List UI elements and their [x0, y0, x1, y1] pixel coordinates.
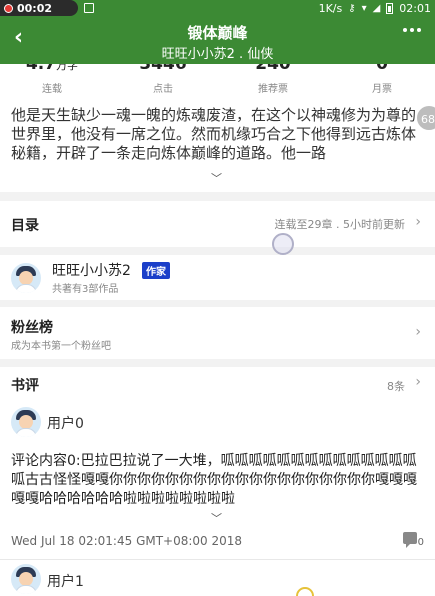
expand-chevron-icon[interactable]: ﹀: [211, 510, 222, 526]
record-time: 00:02: [17, 1, 53, 15]
book-title: 锻体巅峰: [187, 24, 248, 42]
chevron-right-icon: ›: [415, 214, 421, 230]
status-bar: 00:02 1K/s ⚷ ▾ ◢ 02:01: [0, 0, 435, 16]
notification-icon: [84, 3, 94, 13]
toc-title: 目录: [11, 218, 39, 234]
review-user-name: 用户0: [47, 416, 84, 432]
reviews-section: 书评 8条 › 用户0 评论内容0:巴拉巴拉说了一大堆，呱呱呱呱呱呱呱呱呱呱呱呱…: [0, 367, 435, 596]
divider: [0, 559, 435, 560]
battery-icon: [386, 2, 394, 14]
comment-count: 0: [417, 537, 424, 548]
key-icon: ⚷: [348, 2, 356, 14]
author-name: 旺旺小小苏2: [52, 263, 131, 279]
status-right: 1K/s ⚷ ▾ ◢ 02:01: [319, 0, 431, 16]
reviews-count: 8条: [387, 380, 405, 393]
author-works: 共著有3部作品: [52, 284, 119, 295]
book-stats: 4.7万字 连载 3446 点击 240 推荐票 0 月票: [0, 64, 435, 94]
screen-recorder-pill[interactable]: 00:02: [0, 0, 78, 16]
author-row[interactable]: 旺旺小小苏2 作家 共著有3部作品: [0, 255, 435, 300]
intro-text: 他是天生缺少一魂一魄的炼魂废渣，在这个以神魂修为为尊的世界里，他没有一席之位。然…: [11, 106, 417, 162]
author-avatar[interactable]: [11, 263, 41, 293]
chevron-right-icon: ›: [415, 324, 421, 340]
fans-title: 粉丝榜: [11, 320, 53, 336]
more-dots-icon[interactable]: [403, 28, 421, 32]
signal-icon: ◢: [372, 2, 381, 14]
reviews-title: 书评: [11, 378, 39, 394]
user-avatar[interactable]: [11, 564, 41, 594]
fans-row[interactable]: 粉丝榜 成为本书第一个粉丝吧 ›: [0, 307, 435, 359]
review-date: Wed Jul 18 02:01:45 GMT+08:00 2018: [11, 534, 243, 548]
user-avatar[interactable]: [11, 407, 41, 437]
record-dot-icon: [4, 3, 13, 13]
net-speed: 1K/s: [318, 1, 343, 15]
book-intro[interactable]: 他是天生缺少一魂一魄的炼魂废渣，在这个以神魂修为为尊的世界里，他没有一席之位。然…: [0, 94, 435, 192]
comment-icon[interactable]: [403, 532, 417, 548]
review-user-name: 用户1: [47, 574, 84, 590]
book-subtitle: 旺旺小小苏2 . 仙侠: [161, 47, 274, 62]
author-tag-badge: 作家: [142, 262, 170, 279]
toc-row[interactable]: 目录 连载至29章 . 5小时前更新 ›: [0, 201, 435, 247]
toc-meta: 连载至29章 . 5小时前更新: [274, 218, 406, 231]
review-content[interactable]: 评论内容0:巴拉巴拉说了一大堆，呱呱呱呱呱呱呱呱呱呱呱呱呱呱呱古古怪怪嘎嘎你你你…: [11, 452, 417, 510]
floating-badge[interactable]: 68: [415, 104, 435, 132]
expand-chevron-icon[interactable]: ﹀: [211, 170, 222, 186]
touch-indicator: [272, 233, 294, 255]
fans-desc: 成为本书第一个粉丝吧: [11, 341, 111, 352]
app-bar: ‹ 锻体巅峰 旺旺小小苏2 . 仙侠: [0, 16, 435, 64]
chevron-right-icon[interactable]: ›: [415, 374, 421, 390]
wifi-icon: ▾: [361, 2, 367, 14]
clock: 02:01: [399, 1, 431, 15]
